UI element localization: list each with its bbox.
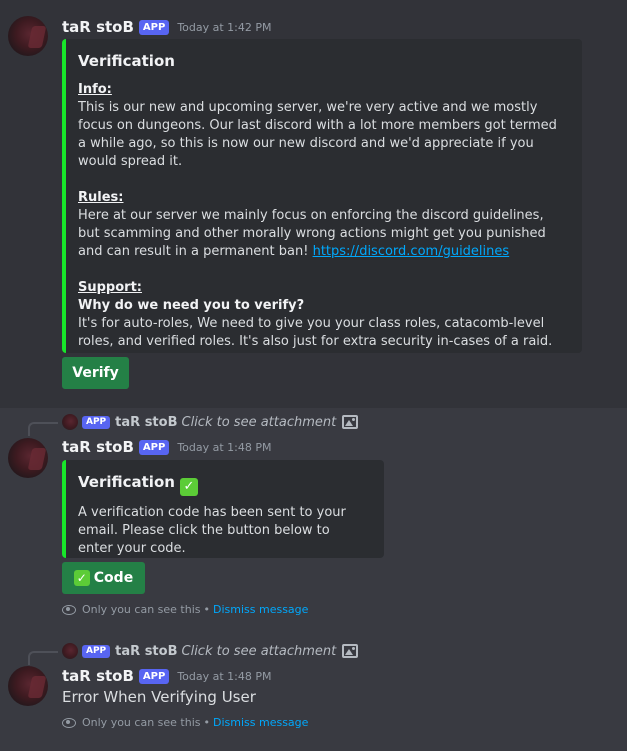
ephemeral-text: Only you can see this <box>82 716 201 729</box>
message-error: APP taR stoB Click to see attachment taR… <box>0 636 627 751</box>
reply-text[interactable]: Click to see attachment <box>182 644 337 659</box>
message-code-sent: APP taR stoB Click to see attachment taR… <box>0 408 627 636</box>
reply-line <box>28 651 58 665</box>
image-icon <box>342 415 359 429</box>
ephemeral-text: Only you can see this <box>82 603 201 616</box>
info-heading: Info: <box>78 82 112 97</box>
guidelines-link[interactable]: https://discord.com/guidelines <box>313 244 510 259</box>
embed-text: A verification code has been sent to you… <box>78 505 346 556</box>
timestamp[interactable]: Today at 1:42 PM <box>177 21 271 34</box>
code-button[interactable]: ✓ Code <box>62 562 145 594</box>
reply-app-badge: APP <box>82 415 111 429</box>
app-badge: APP <box>138 668 170 684</box>
dismiss-message-link[interactable]: Dismiss message <box>213 603 308 616</box>
avatar[interactable] <box>8 16 48 56</box>
message-content: Error When Verifying User <box>62 688 256 706</box>
reply-app-badge: APP <box>82 644 111 658</box>
ephemeral-notice: Only you can see this • Dismiss message <box>62 716 308 729</box>
reply-username[interactable]: taR stoB <box>115 415 177 430</box>
ephemeral-notice: Only you can see this • Dismiss message <box>62 603 308 616</box>
reply-line <box>28 422 58 436</box>
verify-button-label: Verify <box>72 365 119 381</box>
eye-icon <box>62 604 76 615</box>
timestamp[interactable]: Today at 1:48 PM <box>177 441 271 454</box>
reply-username[interactable]: taR stoB <box>115 644 177 659</box>
support-question: Why do we need you to verify? <box>78 298 305 313</box>
verify-button[interactable]: Verify <box>62 357 129 389</box>
verification-embed: Verification Info: This is our new and u… <box>62 39 582 353</box>
check-mark-icon: ✓ <box>73 570 90 586</box>
message-header: taR stoB APP Today at 1:42 PM <box>62 17 272 37</box>
username[interactable]: taR stoB <box>62 438 134 456</box>
image-icon <box>342 644 359 658</box>
embed-body: Info: This is our new and upcoming serve… <box>78 81 566 351</box>
info-text: This is our new and upcoming server, we'… <box>78 100 557 169</box>
support-text: It's for auto-roles, We need to give you… <box>78 316 553 349</box>
app-badge: APP <box>138 19 170 35</box>
eye-icon <box>62 717 76 728</box>
avatar[interactable] <box>8 666 48 706</box>
message-verification-prompt: taR stoB APP Today at 1:42 PM Verificati… <box>0 0 627 408</box>
message-header: taR stoB APP Today at 1:48 PM <box>62 666 272 686</box>
check-mark-icon: ✓ <box>179 478 198 496</box>
support-heading: Support: <box>78 280 142 295</box>
embed-title: Verification <box>78 52 175 70</box>
rules-paragraph: Here at our server we mainly focus on en… <box>78 207 566 261</box>
code-sent-embed: Verification ✓ A verification code has be… <box>62 460 384 558</box>
embed-title-row: Verification ✓ <box>78 472 368 496</box>
reply-avatar <box>62 414 78 430</box>
rules-heading: Rules: <box>78 190 124 205</box>
username[interactable]: taR stoB <box>62 18 134 36</box>
reply-avatar <box>62 643 78 659</box>
embed-title: Verification <box>78 473 175 491</box>
dismiss-message-link[interactable]: Dismiss message <box>213 716 308 729</box>
code-button-label: Code <box>93 570 134 586</box>
username[interactable]: taR stoB <box>62 667 134 685</box>
separator: • <box>203 716 211 729</box>
timestamp[interactable]: Today at 1:48 PM <box>177 670 271 683</box>
reply-text[interactable]: Click to see attachment <box>182 415 337 430</box>
message-header: taR stoB APP Today at 1:48 PM <box>62 437 272 457</box>
separator: • <box>203 603 211 616</box>
avatar[interactable] <box>8 438 48 478</box>
app-badge: APP <box>138 439 170 455</box>
